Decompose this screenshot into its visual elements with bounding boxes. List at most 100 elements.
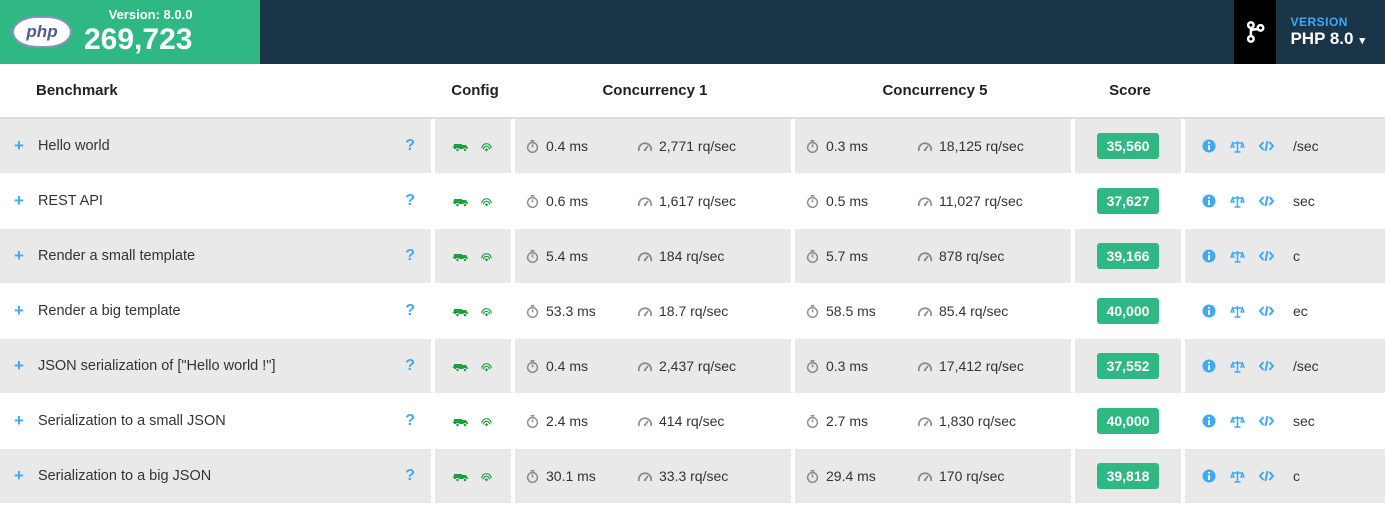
cell-benchmark: + Render a small template ? — [0, 229, 435, 283]
info-icon[interactable] — [1201, 138, 1217, 154]
fingerprint-icon[interactable] — [479, 414, 494, 429]
cell-actions: sec — [1185, 394, 1385, 448]
fingerprint-icon[interactable] — [479, 304, 494, 319]
help-icon[interactable]: ? — [405, 137, 415, 155]
expand-icon[interactable]: + — [14, 301, 24, 321]
help-icon[interactable]: ? — [405, 357, 415, 375]
help-icon[interactable]: ? — [405, 412, 415, 430]
scale-icon[interactable] — [1229, 139, 1246, 154]
help-icon[interactable]: ? — [405, 302, 415, 320]
stopwatch-icon — [525, 304, 540, 319]
gauge-icon — [917, 469, 933, 483]
cell-benchmark: + Hello world ? — [0, 119, 435, 173]
expand-icon[interactable]: + — [14, 356, 24, 376]
code-icon[interactable] — [1258, 468, 1275, 484]
c5-time: 2.7 ms — [826, 413, 868, 429]
cell-conc1: 5.4 ms 184 rq/sec — [515, 229, 795, 283]
code-icon[interactable] — [1258, 413, 1275, 429]
benchmark-name: Render a big template — [38, 303, 181, 319]
cell-score: 39,166 — [1075, 229, 1185, 283]
cell-config — [435, 229, 515, 283]
scale-icon[interactable] — [1229, 359, 1246, 374]
c1-time: 0.6 ms — [546, 193, 588, 209]
scale-icon[interactable] — [1229, 304, 1246, 319]
gauge-icon — [637, 249, 653, 263]
gauge-icon — [637, 359, 653, 373]
truck-icon[interactable] — [452, 304, 469, 318]
fingerprint-icon[interactable] — [479, 139, 494, 154]
c5-time: 5.7 ms — [826, 248, 868, 264]
truck-icon[interactable] — [452, 139, 469, 153]
help-icon[interactable]: ? — [405, 467, 415, 485]
code-icon[interactable] — [1258, 358, 1275, 374]
help-icon[interactable]: ? — [405, 192, 415, 210]
cell-benchmark: + JSON serialization of ["Hello world !"… — [0, 339, 435, 393]
code-icon[interactable] — [1258, 193, 1275, 209]
header-score: 269,723 — [84, 23, 192, 56]
cell-score: 35,560 — [1075, 119, 1185, 173]
code-icon[interactable] — [1258, 303, 1275, 319]
table-row: + Serialization to a small JSON ? 2.4 ms… — [0, 394, 1385, 449]
benchmark-name: JSON serialization of ["Hello world !"] — [38, 358, 276, 374]
truck-icon[interactable] — [452, 469, 469, 483]
stopwatch-icon — [805, 469, 820, 484]
code-icon[interactable] — [1258, 138, 1275, 154]
scale-icon[interactable] — [1229, 194, 1246, 209]
c5-rq: 1,830 rq/sec — [939, 413, 1016, 429]
c5-time: 58.5 ms — [826, 303, 876, 319]
expand-icon[interactable]: + — [14, 246, 24, 266]
expand-icon[interactable]: + — [14, 466, 24, 486]
fingerprint-icon[interactable] — [479, 359, 494, 374]
chevron-down-icon: ▾ — [1359, 35, 1365, 47]
cell-conc1: 53.3 ms 18.7 rq/sec — [515, 284, 795, 338]
gauge-icon — [917, 194, 933, 208]
c5-rq: 17,412 rq/sec — [939, 358, 1024, 374]
score-badge: 39,166 — [1097, 243, 1160, 269]
action-tail: sec — [1293, 193, 1315, 209]
fingerprint-icon[interactable] — [479, 469, 494, 484]
info-icon[interactable] — [1201, 303, 1217, 319]
version-selector[interactable]: VERSION PHP 8.0▾ — [1224, 0, 1385, 64]
fingerprint-icon[interactable] — [479, 194, 494, 209]
table-row: + REST API ? 0.6 ms 1,617 rq/sec 0.5 ms — [0, 174, 1385, 229]
score-badge: 39,818 — [1097, 463, 1160, 489]
col-score: Score — [1075, 64, 1185, 117]
truck-icon[interactable] — [452, 414, 469, 428]
score-badge: 37,627 — [1097, 188, 1160, 214]
cell-actions: /sec — [1185, 339, 1385, 393]
truck-icon[interactable] — [452, 249, 469, 263]
c5-time: 29.4 ms — [826, 468, 876, 484]
gauge-icon — [917, 359, 933, 373]
info-icon[interactable] — [1201, 358, 1217, 374]
stopwatch-icon — [805, 359, 820, 374]
c1-rq: 1,617 rq/sec — [659, 193, 736, 209]
gauge-icon — [917, 304, 933, 318]
benchmark-name: Serialization to a big JSON — [38, 468, 211, 484]
benchmark-name: Hello world — [38, 138, 110, 154]
info-icon[interactable] — [1201, 413, 1217, 429]
stopwatch-icon — [805, 194, 820, 209]
expand-icon[interactable]: + — [14, 191, 24, 211]
expand-icon[interactable]: + — [14, 411, 24, 431]
c5-rq: 85.4 rq/sec — [939, 303, 1008, 319]
info-icon[interactable] — [1201, 193, 1217, 209]
c1-time: 0.4 ms — [546, 138, 588, 154]
cell-conc1: 0.4 ms 2,437 rq/sec — [515, 339, 795, 393]
scale-icon[interactable] — [1229, 414, 1246, 429]
cell-score: 39,818 — [1075, 449, 1185, 503]
info-icon[interactable] — [1201, 468, 1217, 484]
code-icon[interactable] — [1258, 248, 1275, 264]
scale-icon[interactable] — [1229, 469, 1246, 484]
scale-icon[interactable] — [1229, 249, 1246, 264]
info-icon[interactable] — [1201, 248, 1217, 264]
truck-icon[interactable] — [452, 359, 469, 373]
fingerprint-icon[interactable] — [479, 249, 494, 264]
help-icon[interactable]: ? — [405, 247, 415, 265]
stopwatch-icon — [525, 414, 540, 429]
action-tail: c — [1293, 468, 1300, 484]
c5-time: 0.5 ms — [826, 193, 868, 209]
stopwatch-icon — [525, 139, 540, 154]
col-benchmark: Benchmark — [0, 64, 435, 117]
truck-icon[interactable] — [452, 194, 469, 208]
expand-icon[interactable]: + — [14, 136, 24, 156]
